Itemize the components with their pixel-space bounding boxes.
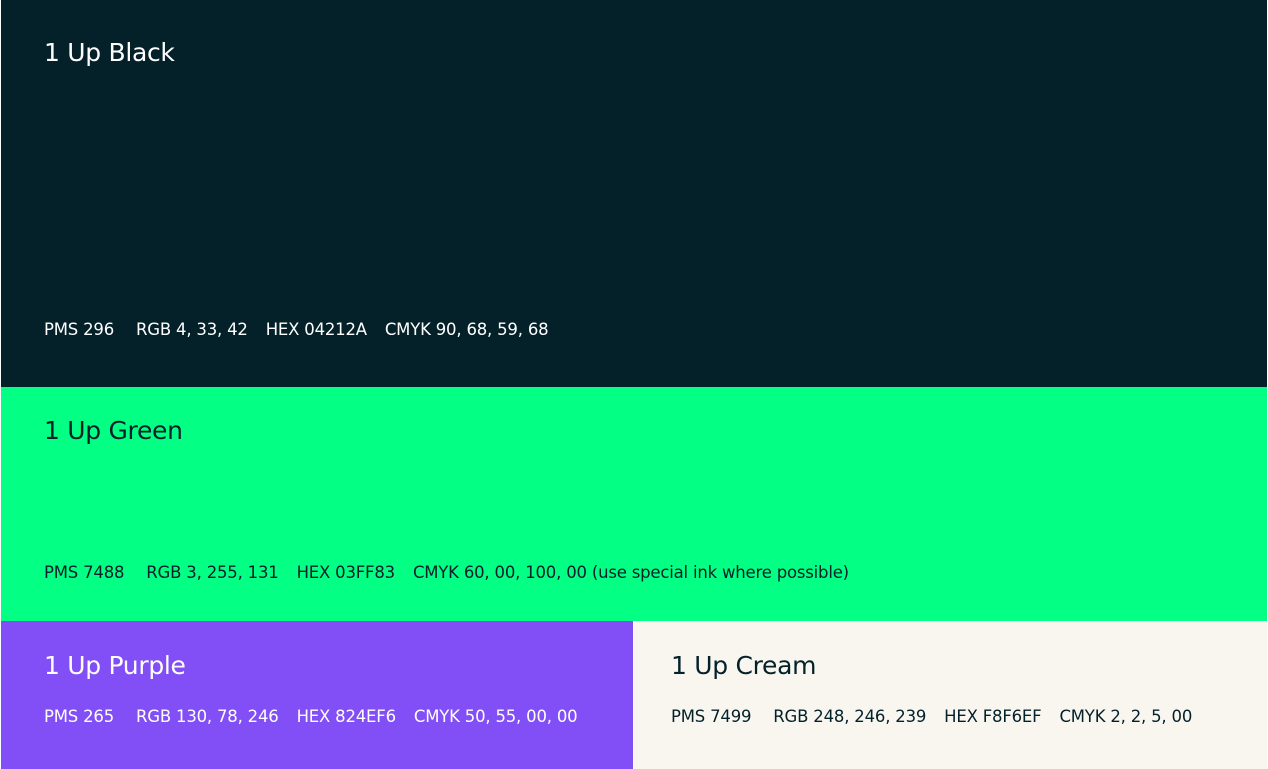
- cmyk-value: CMYK 90, 68, 59, 68: [384, 320, 549, 339]
- swatch-name: 1 Up Purple: [44, 651, 186, 680]
- pms-value: PMS 296: [44, 320, 114, 339]
- pms-value: PMS 265: [44, 707, 114, 726]
- pms-value: PMS 7499: [671, 707, 752, 726]
- cmyk-value: CMYK 60, 00, 100, 00 (use special ink wh…: [412, 563, 849, 582]
- color-specs: PMS 296 RGB 4, 33, 42 HEX 04212A CMYK 90…: [44, 320, 566, 339]
- color-specs: PMS 7488 RGB 3, 255, 131 HEX 03FF83 CMYK…: [44, 563, 867, 582]
- swatch-green: 1 Up Green PMS 7488 RGB 3, 255, 131 HEX …: [1, 387, 1267, 621]
- swatch-black: 1 Up Black PMS 296 RGB 4, 33, 42 HEX 042…: [1, 0, 1267, 387]
- color-specs: PMS 7499 RGB 248, 246, 239 HEX F8F6EF CM…: [671, 707, 1210, 726]
- color-specs: PMS 265 RGB 130, 78, 246 HEX 824EF6 CMYK…: [44, 707, 595, 726]
- swatch-name: 1 Up Green: [44, 416, 183, 445]
- swatch-name: 1 Up Black: [44, 38, 175, 67]
- hex-value: HEX 824EF6: [296, 707, 396, 726]
- swatch-name: 1 Up Cream: [671, 651, 817, 680]
- hex-value: HEX F8F6EF: [944, 707, 1042, 726]
- hex-value: HEX 03FF83: [296, 563, 396, 582]
- cmyk-value: CMYK 2, 2, 5, 00: [1059, 707, 1193, 726]
- rgb-value: RGB 3, 255, 131: [146, 563, 279, 582]
- rgb-value: RGB 248, 246, 239: [773, 707, 927, 726]
- cmyk-value: CMYK 50, 55, 00, 00: [413, 707, 578, 726]
- rgb-value: RGB 4, 33, 42: [136, 320, 248, 339]
- hex-value: HEX 04212A: [265, 320, 367, 339]
- color-palette-page: 1 Up Black PMS 296 RGB 4, 33, 42 HEX 042…: [0, 0, 1268, 769]
- pms-value: PMS 7488: [44, 563, 125, 582]
- swatch-cream: 1 Up Cream PMS 7499 RGB 248, 246, 239 HE…: [634, 621, 1267, 769]
- swatch-purple: 1 Up Purple PMS 265 RGB 130, 78, 246 HEX…: [1, 621, 633, 769]
- rgb-value: RGB 130, 78, 246: [136, 707, 279, 726]
